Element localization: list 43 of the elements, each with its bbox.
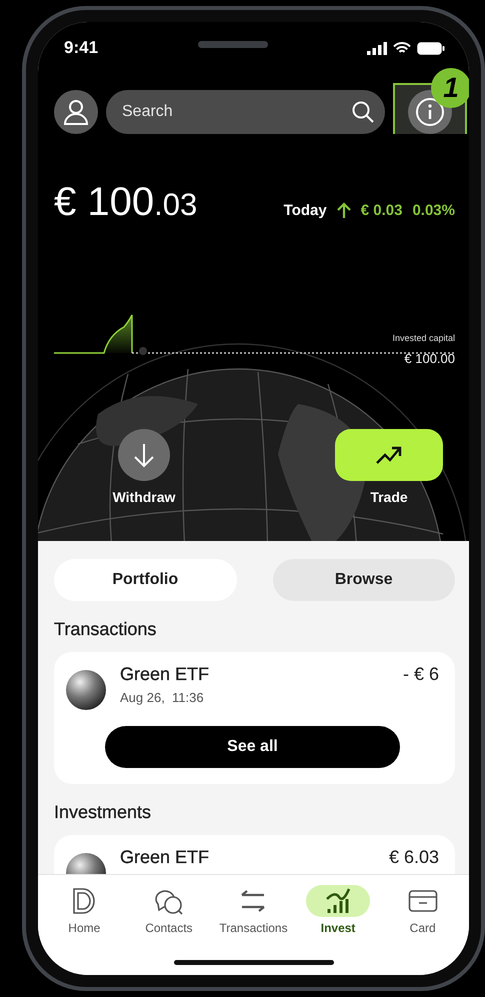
nav-item[interactable]: Invest (296, 885, 380, 935)
arrow-up-icon (336, 202, 351, 219)
person-icon (63, 98, 89, 124)
change-amount: € 0.03 (360, 202, 402, 219)
nav-item[interactable]: Card (380, 885, 465, 935)
see-all-button[interactable]: See all (105, 726, 400, 768)
fund-thumbnail (66, 670, 106, 710)
today-label: Today (284, 202, 327, 219)
amount: € 6.03 (388, 847, 439, 868)
swap-arrows-icon (239, 889, 268, 913)
letter-d-logo-icon (71, 887, 98, 915)
credit-card-icon (408, 889, 438, 913)
section-heading: Transactions (54, 619, 158, 640)
nav-item[interactable]: Transactions (211, 885, 296, 935)
nav-item[interactable]: Contacts (126, 885, 211, 935)
tab[interactable]: Browse (272, 559, 455, 601)
change-percent: 0.03% (412, 202, 455, 219)
bar-chart-icon (325, 887, 352, 915)
amount: - € 6 (402, 664, 439, 685)
avatar-button[interactable] (54, 90, 98, 134)
info-icon (415, 96, 445, 126)
search-field[interactable]: Search (106, 90, 385, 134)
battery-icon (417, 42, 445, 54)
signal-icon (367, 42, 387, 54)
fund-name: Green ETF (120, 664, 210, 685)
balance-amount: € 100.03 (54, 180, 198, 225)
clock-time: 9:41 (64, 38, 98, 58)
transaction-date: Aug 26, 11:36 (120, 690, 205, 705)
fund-name: Green ETF (120, 847, 210, 868)
nav-item[interactable]: Home (42, 885, 126, 935)
tab[interactable]: Portfolio (54, 559, 236, 601)
chart-value: € 100.00 (404, 351, 455, 366)
withdraw-label: Withdraw (112, 489, 176, 505)
section-heading: Investments (54, 802, 152, 823)
arrow-down-icon (133, 442, 155, 468)
trade-label: Trade (370, 489, 408, 505)
trade-button[interactable] (335, 429, 443, 481)
wifi-icon (393, 42, 411, 54)
trend-up-icon (375, 445, 403, 465)
chart-label: Invested capital (392, 333, 455, 343)
search-icon (351, 100, 375, 124)
speaker-notch (198, 40, 268, 48)
chat-bubbles-icon (154, 887, 184, 915)
